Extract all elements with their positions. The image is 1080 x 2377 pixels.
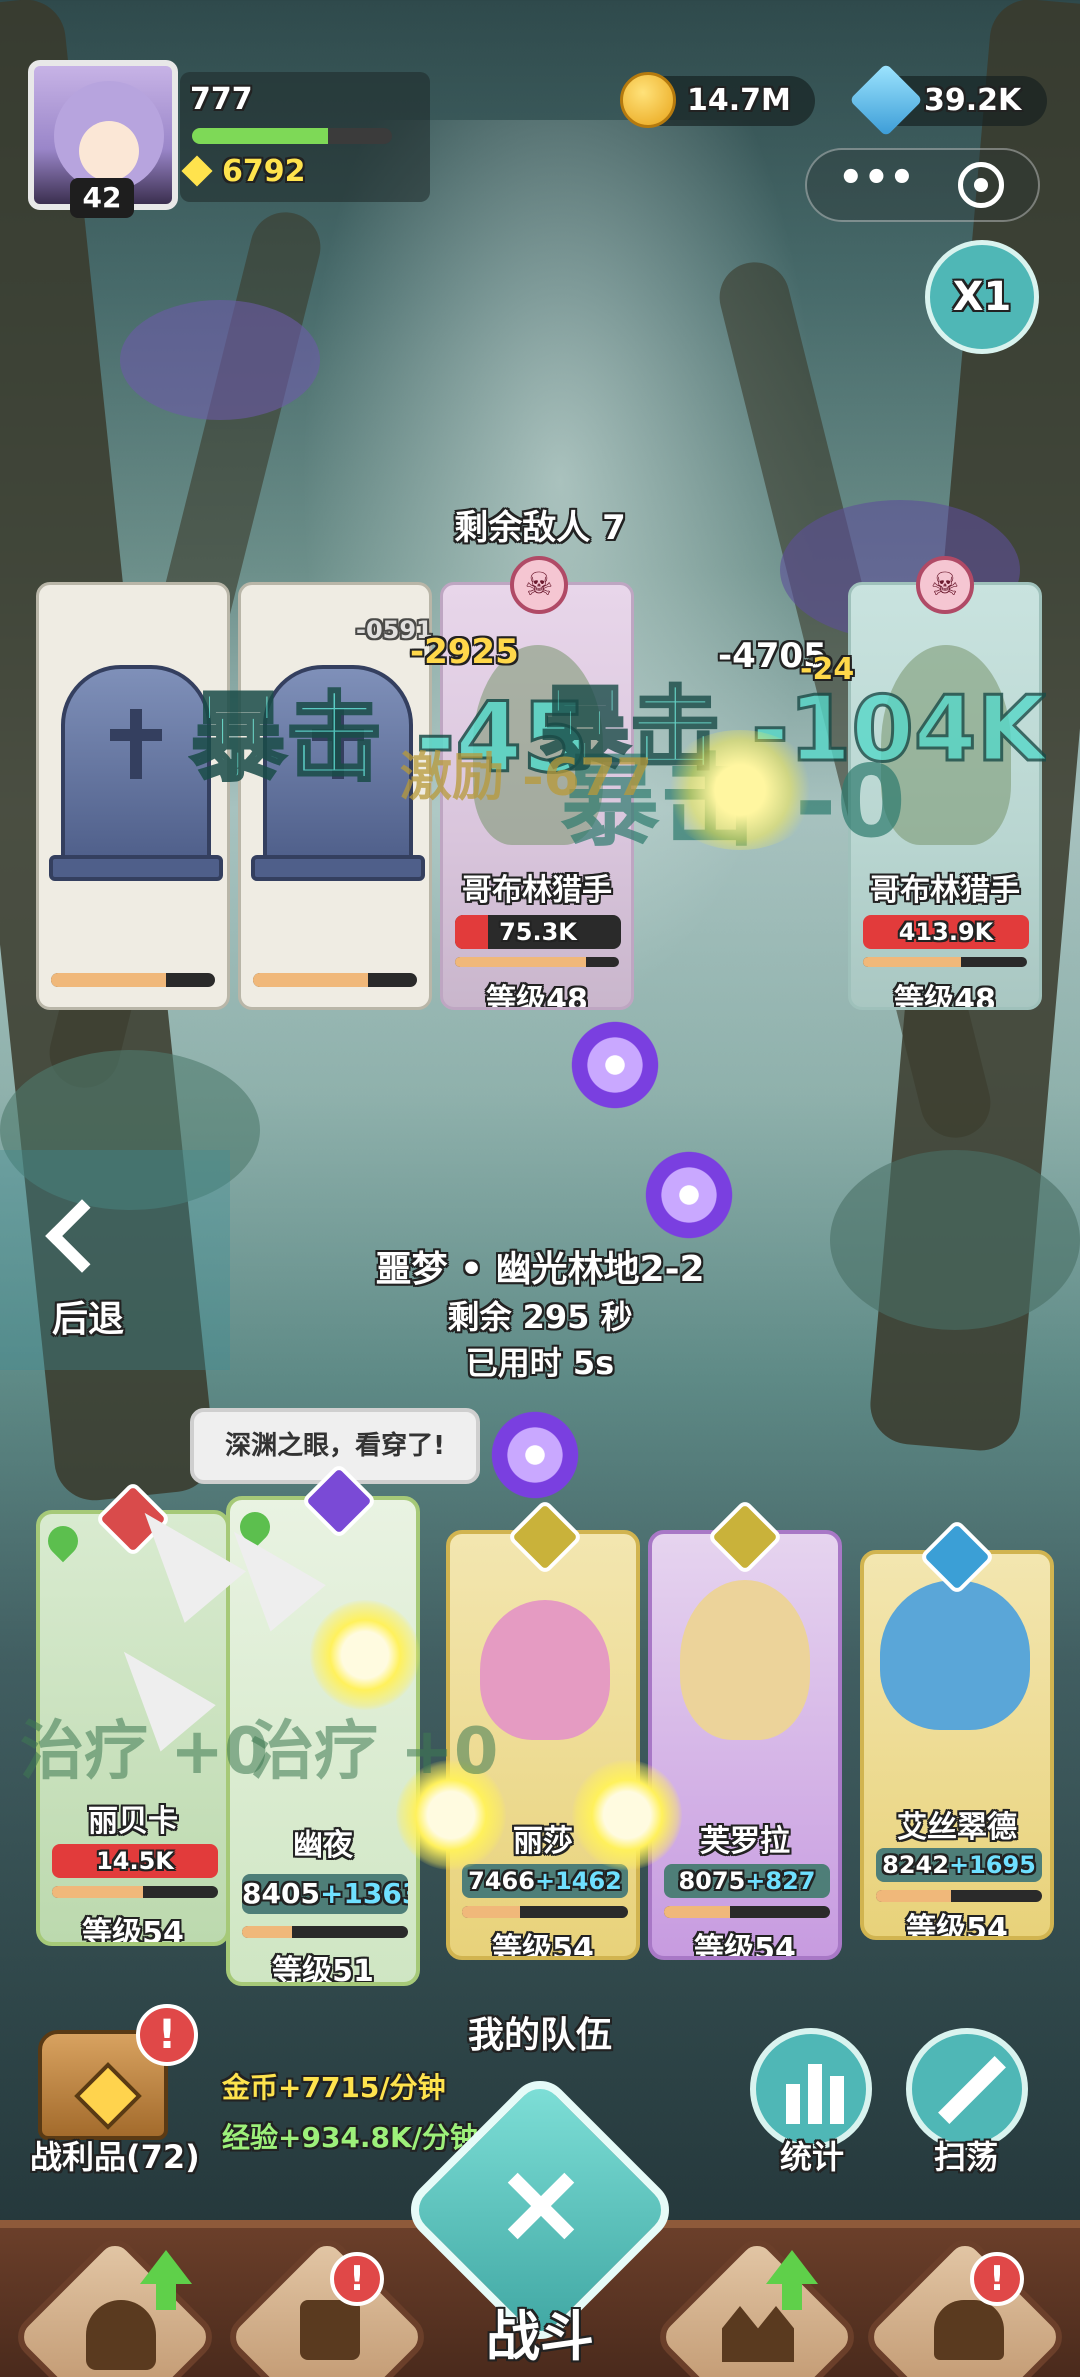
sword-sweep-icon: [938, 2056, 1006, 2124]
hero-hp-bar: 8405+1363: [242, 1874, 408, 1914]
hero-mp-bar: [52, 1886, 218, 1898]
exp-bar-fill: [192, 128, 328, 144]
enemy-energy-bar: [863, 957, 1027, 967]
speed-button[interactable]: X1: [925, 240, 1039, 354]
gold-rate: 金币+7715/分钟: [222, 2071, 446, 2104]
enemy-energy-bar: [253, 973, 417, 987]
tombstone-base: [49, 855, 223, 881]
hero-mp-bar: [876, 1890, 1042, 1902]
hero-mp-bar: [664, 1906, 830, 1918]
heal-orb-effect: [572, 1760, 682, 1870]
shuriken-projectile: [560, 1010, 670, 1120]
enemy-energy-bar: [51, 973, 215, 987]
shuriken-projectile: [634, 1140, 744, 1250]
enemy-hp-bar: 413.9K: [863, 915, 1029, 949]
avatar-face: [79, 121, 139, 181]
close-capsule-icon[interactable]: [958, 162, 1004, 208]
loot-alert-badge: !: [136, 2004, 198, 2066]
hero-name: 丽贝卡: [88, 1804, 178, 1839]
hero-portrait: [480, 1600, 610, 1740]
shuriken-projectile: [480, 1400, 590, 1510]
stats-icon: [786, 2084, 800, 2124]
enemy-level: 等级48: [894, 983, 996, 1010]
upgrade-arrow-icon: [766, 2250, 818, 2284]
stage-name: 噩梦 • 幽光林地2-2: [375, 1249, 705, 1290]
heal-orb-effect: [310, 1600, 420, 1710]
hero-level: 等级54: [82, 1916, 184, 1946]
combat-power: 6792: [222, 154, 306, 189]
hero-hp-value: 8075+827: [678, 1867, 816, 1895]
enemy-name: 哥布林猎手: [870, 873, 1020, 908]
tombstone-icon: [61, 665, 211, 865]
hero-level: 等级51: [272, 1954, 374, 1986]
hero-hp-value: 8242+1695: [882, 1851, 1036, 1879]
enemy-level: 等级48: [486, 983, 588, 1010]
heal-text: 治疗 +0: [250, 1715, 499, 1789]
hero-level: 等级54: [492, 1932, 594, 1960]
sweep-label[interactable]: 扫荡: [896, 2132, 1036, 2178]
exp-bar: [192, 128, 392, 144]
hero-hp-value: 8405+1363: [242, 1877, 408, 1910]
hero-mp-bar: [462, 1906, 628, 1918]
spell-glow: [660, 730, 820, 850]
gold-coin-icon: [620, 72, 676, 128]
hero-level: 等级54: [906, 1912, 1008, 1940]
stats-label[interactable]: 统计: [742, 2132, 882, 2178]
shop-icon: [934, 2300, 1004, 2360]
loot-button[interactable]: 战利品(72): [30, 2132, 200, 2178]
enemy-hp-value: 75.3K: [499, 918, 577, 946]
foliage: [120, 300, 320, 420]
player-name: 777: [190, 82, 253, 117]
hero-hp-bar: 8075+827: [664, 1864, 830, 1898]
tombstone-base: [251, 855, 425, 881]
enemies-remaining: 剩余敌人 7: [454, 508, 626, 548]
crossed-swords-icon: [504, 2170, 576, 2242]
hero-portrait: [680, 1580, 810, 1740]
upgrade-arrow-icon: [140, 2250, 192, 2284]
skull-icon: ☠: [510, 556, 568, 614]
hero-hp-bar: 7466+1462: [462, 1864, 628, 1898]
hero-portrait: [880, 1580, 1030, 1730]
skull-icon: ☠: [916, 556, 974, 614]
hero-name: 艾丝翠德: [897, 1810, 1017, 1845]
time-remaining: 剩余 295 秒: [447, 1298, 633, 1336]
hero-hp-value: 14.5K: [96, 1847, 174, 1875]
shop-alert-badge: !: [970, 2252, 1024, 2306]
enemy-hp-bar: 75.3K: [455, 915, 621, 949]
more-menu-icon[interactable]: •••: [838, 158, 915, 202]
buff-text: 激励 -677: [400, 748, 653, 808]
exp-rate: 经验+934.8K/分钟: [222, 2121, 478, 2154]
enemy-name: 哥布林猎手: [462, 873, 612, 908]
time-used: 已用时 5s: [465, 1344, 615, 1382]
hero-hp-value: 7466+1462: [468, 1867, 622, 1895]
hero-mp-bar: [242, 1926, 408, 1938]
hero-hp-bar: 8242+1695: [876, 1848, 1042, 1882]
enemy-hp-value: 413.9K: [898, 918, 994, 946]
hero-hp-bar: 14.5K: [52, 1844, 218, 1878]
hero-level: 等级54: [694, 1932, 796, 1960]
enemy-energy-bar: [455, 957, 619, 967]
player-level-badge: 42: [70, 178, 134, 218]
hero-name: 幽夜: [293, 1828, 353, 1863]
